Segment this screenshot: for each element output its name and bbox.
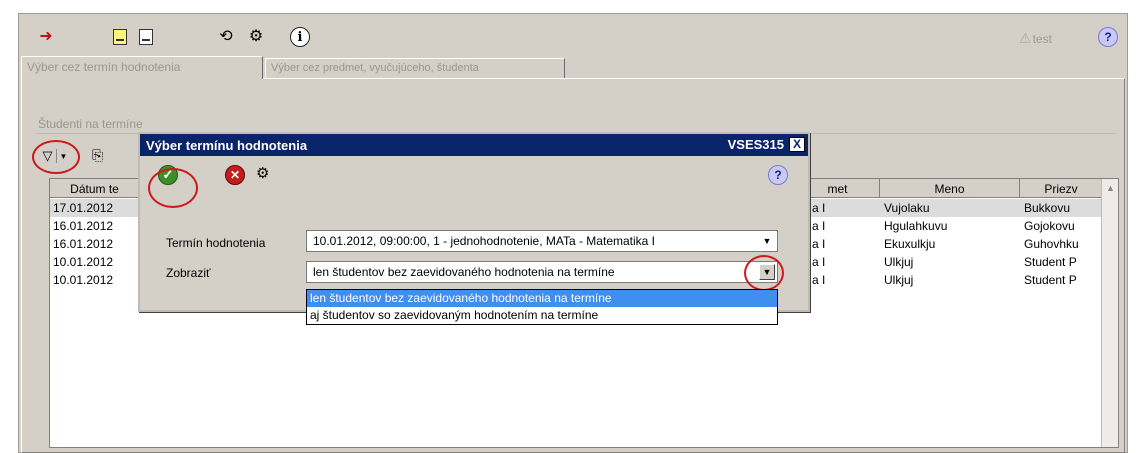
warning-icon: ⚠ bbox=[1019, 30, 1032, 46]
settings-icon[interactable]: ⚙ bbox=[245, 26, 267, 48]
term-selection-dialog: Výber termínu hodnotenia VSES315 X ✓ ✕ ⚙… bbox=[138, 132, 810, 312]
cell-last-name: Student P bbox=[1024, 273, 1077, 287]
scroll-up-icon[interactable]: ▲ bbox=[1106, 183, 1115, 193]
show-select[interactable]: len študentov bez zaevidovaného hodnoten… bbox=[306, 261, 778, 283]
group-title: Študenti na termíne bbox=[38, 117, 143, 131]
filter-icon: ▽ bbox=[42, 148, 53, 163]
vertical-scrollbar[interactable]: ▲ bbox=[1101, 179, 1118, 447]
term-label: Termín hodnotenia bbox=[166, 236, 266, 250]
cell-date: 17.01.2012 bbox=[53, 201, 114, 215]
cell-first-name: Vujolaku bbox=[884, 201, 930, 215]
cell-last-name: Student P bbox=[1024, 255, 1077, 269]
cell-subject: a I bbox=[812, 201, 826, 215]
confirm-icon[interactable]: ✓ bbox=[158, 165, 178, 185]
cell-subject: a I bbox=[812, 219, 826, 233]
column-header-first-name[interactable]: Meno bbox=[880, 179, 1020, 198]
show-value: len študentov bez zaevidovaného hodnoten… bbox=[313, 265, 615, 279]
dialog-code: VSES315 bbox=[727, 137, 784, 152]
cell-subject: a I bbox=[812, 273, 826, 287]
column-header-last-name[interactable]: Priezv bbox=[1020, 179, 1103, 198]
cell-last-name: Gojokovu bbox=[1024, 219, 1075, 233]
cell-first-name: Ekuxulkju bbox=[884, 237, 936, 251]
export-icon[interactable]: ⎘ bbox=[92, 147, 103, 164]
option-with-grade[interactable]: aj študentov so zaevidovaným hodnotením … bbox=[307, 307, 777, 324]
dialog-titlebar: Výber termínu hodnotenia VSES315 X bbox=[140, 134, 808, 156]
new-document-icon[interactable] bbox=[109, 26, 131, 48]
term-value: 10.01.2012, 09:00:00, 1 - jednohodnoteni… bbox=[313, 234, 655, 248]
test-link[interactable]: ⚠ test bbox=[1019, 30, 1052, 47]
settings-icon[interactable]: ⚙ bbox=[256, 164, 269, 182]
cell-date: 10.01.2012 bbox=[53, 255, 114, 269]
help-icon[interactable]: ? bbox=[1097, 26, 1119, 48]
info-icon[interactable]: i bbox=[289, 26, 311, 48]
cell-first-name: Ulkjuj bbox=[884, 255, 914, 269]
chevron-down-icon[interactable]: ▼ bbox=[759, 264, 775, 280]
term-select[interactable]: 10.01.2012, 09:00:00, 1 - jednohodnoteni… bbox=[306, 230, 778, 252]
tab-by-subject[interactable]: Výber cez predmet, vyučujúceho, študenta bbox=[265, 58, 565, 78]
filter-separator bbox=[55, 149, 57, 163]
cell-subject: a I bbox=[812, 237, 826, 251]
edit-document-icon[interactable] bbox=[135, 26, 157, 48]
filter-dropdown-icon: ▼ bbox=[59, 151, 68, 161]
dialog-title: Výber termínu hodnotenia bbox=[146, 137, 308, 153]
cell-first-name: Hgulahkuvu bbox=[884, 219, 948, 233]
cell-last-name: Bukkovu bbox=[1024, 201, 1071, 215]
filter-button[interactable]: ▽ ▼ bbox=[36, 145, 74, 167]
refresh-icon[interactable]: ⟲ bbox=[215, 26, 237, 48]
cell-date: 16.01.2012 bbox=[53, 219, 114, 233]
show-label: Zobraziť bbox=[166, 266, 211, 280]
main-toolbar: ➜ ⟲ ⚙ i ⚠ test ? bbox=[19, 14, 1127, 56]
cell-last-name: Guhovhku bbox=[1024, 237, 1079, 251]
cell-date: 10.01.2012 bbox=[53, 273, 114, 287]
tab-bar: Výber cez termín hodnotenia Výber cez pr… bbox=[21, 56, 1121, 79]
cell-date: 16.01.2012 bbox=[53, 237, 114, 251]
cancel-icon[interactable]: ✕ bbox=[225, 165, 245, 185]
chevron-down-icon[interactable]: ▼ bbox=[759, 233, 775, 249]
dialog-toolbar: ✓ ✕ ⚙ ? bbox=[140, 156, 808, 194]
help-icon[interactable]: ? bbox=[768, 165, 788, 185]
cell-first-name: Ulkjuj bbox=[884, 273, 914, 287]
show-options-list: len študentov bez zaevidovaného hodnoten… bbox=[306, 289, 778, 325]
close-button[interactable]: X bbox=[789, 137, 805, 152]
test-label: test bbox=[1032, 31, 1052, 46]
tab-by-term[interactable]: Výber cez termín hodnotenia bbox=[21, 56, 263, 79]
exit-icon[interactable]: ➜ bbox=[35, 26, 57, 48]
column-header-date[interactable]: Dátum te bbox=[50, 179, 140, 198]
cell-subject: a I bbox=[812, 255, 826, 269]
option-without-grade[interactable]: len študentov bez zaevidovaného hodnoten… bbox=[307, 290, 777, 307]
